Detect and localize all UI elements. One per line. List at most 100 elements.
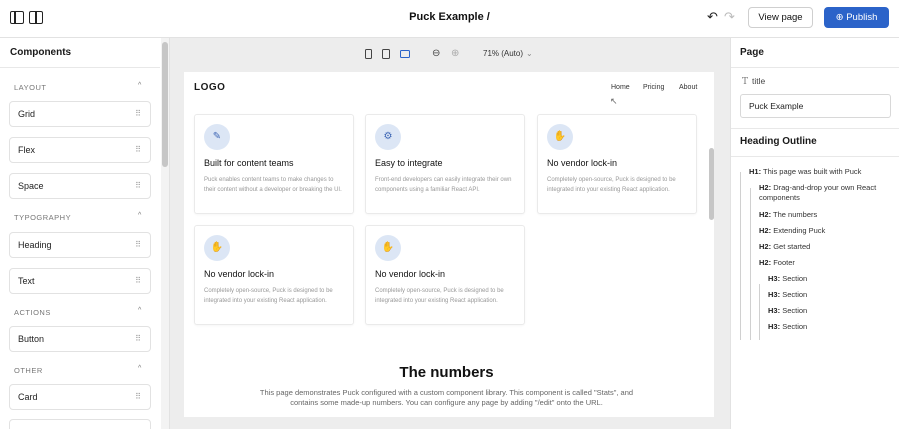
nav-pricing[interactable]: Pricing <box>643 84 664 91</box>
component-text[interactable]: Text ⠿ <box>9 268 151 294</box>
outline-item[interactable]: H2: The numbers <box>759 210 817 220</box>
heading-text: Drag-and-drop your own React components <box>759 183 877 202</box>
desktop-viewport-icon[interactable] <box>400 50 410 58</box>
title-field-label: Ttitle <box>742 76 765 87</box>
feature-card[interactable]: ⚙ Easy to integrate Front-end developers… <box>365 114 525 214</box>
outline-line <box>759 284 760 340</box>
category-actions[interactable]: ACTIONS <box>14 308 51 317</box>
component-button[interactable]: Button ⠿ <box>9 326 151 352</box>
heading-level: H2: <box>759 210 772 219</box>
heading-level: H2: <box>759 258 772 267</box>
heading-level: H2: <box>759 242 772 251</box>
outline-item[interactable]: H2: Footer <box>759 258 795 268</box>
heading-level: H2: <box>759 226 772 235</box>
heading-text: Footer <box>773 258 795 267</box>
drag-handle-icon[interactable]: ⠿ <box>135 109 141 118</box>
scrollbar-thumb[interactable] <box>709 148 714 220</box>
drag-handle-icon[interactable]: ⠿ <box>135 276 141 285</box>
outline-item[interactable]: H3: Section <box>768 322 807 332</box>
outline-item[interactable]: H2: Extending Puck <box>759 226 825 236</box>
nav-home[interactable]: Home <box>611 84 630 91</box>
card-description: Completely open-source, Puck is designed… <box>547 177 676 193</box>
viewport-toolbar: ⊖ ⊕ 71% (Auto) ⌄ <box>170 38 730 70</box>
feature-card[interactable]: ✋ No vendor lock-in Completely open-sour… <box>365 225 525 325</box>
card-title: Easy to integrate <box>375 158 443 168</box>
logo: LOGO <box>194 82 226 93</box>
zoom-select[interactable]: 71% (Auto) <box>483 49 523 58</box>
component-flex[interactable]: Flex ⠿ <box>9 137 151 163</box>
card-description: Completely open-source, Puck is designed… <box>204 288 333 304</box>
outline-item[interactable]: H2: Get started <box>759 242 810 252</box>
canvas-scrollbar[interactable] <box>708 72 714 417</box>
divider <box>731 128 899 129</box>
field-label-text: title <box>752 76 766 86</box>
component-label: Space <box>18 181 44 191</box>
nav-about[interactable]: About <box>679 84 697 91</box>
drag-handle-icon[interactable]: ⠿ <box>135 145 141 154</box>
outline-item[interactable]: H3: Section <box>768 306 807 316</box>
heading-text: The numbers <box>773 210 818 219</box>
feature-icon: ✋ <box>204 235 230 261</box>
view-page-button[interactable]: View page <box>748 7 813 28</box>
zoom-out-icon[interactable]: ⊖ <box>432 48 440 59</box>
zoom-in-icon[interactable]: ⊕ <box>451 48 459 59</box>
card-title: No vendor lock-in <box>204 269 275 279</box>
chevron-up-icon[interactable]: ^ <box>138 307 141 314</box>
category-other[interactable]: OTHER <box>14 366 43 375</box>
globe-icon: ⊕ <box>835 12 844 23</box>
divider <box>731 156 899 157</box>
feature-card[interactable]: ✋ No vendor lock-in Completely open-sour… <box>537 114 697 214</box>
component-grid[interactable]: Grid ⠿ <box>9 101 151 127</box>
feature-icon: ✋ <box>547 124 573 150</box>
header: Puck Example / ↶ ↷ View page ⊕ Publish <box>0 0 899 38</box>
component-heading[interactable]: Heading ⠿ <box>9 232 151 258</box>
component-card[interactable]: Card ⠿ <box>9 384 151 410</box>
drag-handle-icon[interactable]: ⠿ <box>135 181 141 190</box>
heading-text: Section <box>782 322 808 331</box>
card-description: Front-end developers can easily integrat… <box>375 177 512 193</box>
components-title: Components <box>10 47 72 58</box>
component-label: Button <box>18 334 45 344</box>
drag-handle-icon[interactable]: ⠿ <box>135 240 141 249</box>
card-title: No vendor lock-in <box>547 158 618 168</box>
outline-item[interactable]: H2: Drag-and-drop your own React compone… <box>759 183 899 203</box>
chevron-down-icon[interactable]: ⌄ <box>526 49 533 58</box>
chevron-up-icon[interactable]: ^ <box>138 82 141 89</box>
divider <box>0 67 160 68</box>
feature-icon: ✋ <box>375 235 401 261</box>
outline-item[interactable]: H1: This page was built with Puck <box>749 167 861 177</box>
feature-icon: ✎ <box>204 124 230 150</box>
page-canvas[interactable]: LOGO Home Pricing About ↖ ✎ Built for co… <box>184 72 714 417</box>
feature-card[interactable]: ✎ Built for content teams Puck enables c… <box>194 114 354 214</box>
drag-handle-icon[interactable]: ⠿ <box>135 392 141 401</box>
component-label: Card <box>18 392 38 402</box>
section-heading: The numbers <box>399 364 494 381</box>
redo-icon[interactable]: ↷ <box>724 10 735 24</box>
component-space[interactable]: Space ⠿ <box>9 173 151 199</box>
undo-icon[interactable]: ↶ <box>707 10 718 24</box>
feature-card[interactable]: ✋ No vendor lock-in Completely open-sour… <box>194 225 354 325</box>
category-layout[interactable]: LAYOUT <box>14 83 46 92</box>
mobile-viewport-icon[interactable] <box>365 49 372 59</box>
chevron-up-icon[interactable]: ^ <box>138 212 141 219</box>
sidebar-scrollbar[interactable] <box>161 38 169 429</box>
component-partial[interactable] <box>9 419 151 429</box>
outline-line <box>740 172 741 340</box>
outline-item[interactable]: H3: Section <box>768 274 807 284</box>
category-typography[interactable]: TYPOGRAPHY <box>14 213 71 222</box>
publish-button[interactable]: ⊕ Publish <box>824 7 889 28</box>
title-input[interactable]: Puck Example <box>740 94 891 118</box>
components-sidebar: Components LAYOUT ^ Grid ⠿ Flex ⠿ Space ⠿ T… <box>0 38 170 429</box>
drag-handle-icon[interactable]: ⠿ <box>135 334 141 343</box>
heading-text: This page was built with Puck <box>763 167 862 176</box>
chevron-up-icon[interactable]: ^ <box>138 365 141 372</box>
outline-item[interactable]: H3: Section <box>768 290 807 300</box>
page-section-title: Page <box>740 47 764 58</box>
card-title: No vendor lock-in <box>375 269 446 279</box>
feature-icon: ⚙ <box>375 124 401 150</box>
component-label: Grid <box>18 109 36 119</box>
heading-text: Section <box>782 290 808 299</box>
heading-outline-title: Heading Outline <box>740 136 817 147</box>
tablet-viewport-icon[interactable] <box>382 49 390 59</box>
scrollbar-thumb[interactable] <box>162 42 168 167</box>
